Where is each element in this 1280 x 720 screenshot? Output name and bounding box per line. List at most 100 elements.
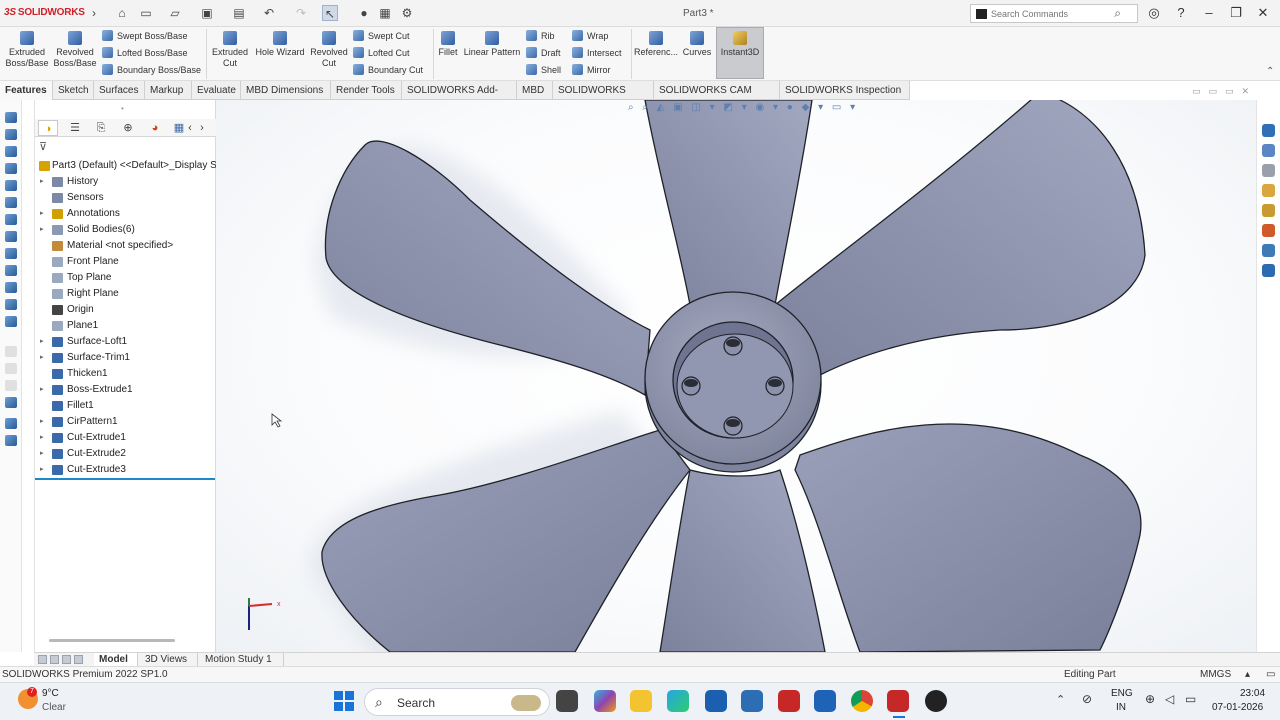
pattern-icon[interactable] [5, 299, 17, 310]
reference-icon[interactable] [5, 418, 17, 429]
search-commands[interactable]: ⌕ [970, 4, 1138, 23]
expand-arrow-icon[interactable]: ▸ [40, 446, 44, 462]
sweep-icon[interactable] [5, 146, 17, 157]
boundary-cut-button[interactable]: Boundary Cut [353, 62, 423, 79]
volume-icon[interactable]: ◁ [1165, 692, 1174, 706]
extruded-boss-button[interactable]: Extruded Boss/Base [4, 29, 50, 69]
document-window-controls[interactable]: ▭▭▭✕ [1192, 86, 1257, 97]
expand-arrow-icon[interactable]: ▸ [40, 350, 44, 366]
language-indicator[interactable]: ENG [1111, 688, 1133, 699]
linear-pattern-button[interactable]: Linear Pattern [462, 29, 522, 58]
tab-surfaces[interactable]: Surfaces [94, 81, 145, 100]
tab-model[interactable]: Model [94, 653, 138, 667]
filter-icon[interactable]: ⊽ [39, 140, 47, 153]
tab-solidworks-cam[interactable]: SOLIDWORKS CAM [553, 81, 654, 115]
shell-icon[interactable] [5, 231, 17, 242]
status-notification-icon[interactable]: ▭ [1266, 669, 1275, 680]
solidworks-resources-icon[interactable] [1262, 124, 1275, 137]
tree-item[interactable]: ▸ Annotations [35, 206, 216, 222]
tab-mbd[interactable]: MBD [517, 81, 553, 100]
tree-item[interactable]: ▸ Boss-Extrude1 [35, 382, 216, 398]
tree-item[interactable]: Material <not specified> [35, 238, 216, 254]
tree-item[interactable]: ▸ Cut-Extrude1 [35, 430, 216, 446]
extruded-cut-button[interactable]: Extruded Cut [208, 29, 252, 69]
collapse-ribbon-icon[interactable]: ⌃ [1266, 66, 1274, 77]
mcafee-icon[interactable] [778, 690, 800, 712]
file-explorer-icon[interactable] [1262, 164, 1275, 177]
print-icon[interactable]: ▤ [231, 5, 247, 21]
clock-date[interactable]: 07-01-2026 [1212, 702, 1263, 713]
last-tab-icon[interactable] [74, 655, 83, 664]
tab-markup[interactable]: Markup [145, 81, 192, 100]
previous-tab-icon[interactable] [50, 655, 59, 664]
windows-start-icon[interactable] [334, 691, 354, 711]
heads-up-view-toolbar[interactable]: ⌕ ⌕ ◭ ▣ ◫ ▾ ◩ ▾ ◉ ▾ ● ◆ ▾ ▭ ▾ [628, 102, 858, 113]
redo-icon[interactable]: ↷ [293, 5, 309, 21]
draft-icon[interactable] [5, 265, 17, 276]
tree-item[interactable]: ▸ CirPattern1 [35, 414, 216, 430]
expand-arrow-icon[interactable]: ▸ [40, 382, 44, 398]
shell-button[interactable]: Shell [526, 62, 561, 79]
edge-icon[interactable] [667, 690, 689, 712]
chrome-icon[interactable] [851, 690, 873, 712]
loft-icon[interactable] [5, 163, 17, 174]
featuremanager-tab-icon[interactable]: ◑ [38, 120, 58, 136]
expand-arrow-icon[interactable]: ▸ [40, 462, 44, 478]
rib-button[interactable]: Rib [526, 28, 555, 45]
tree-root[interactable]: Part3 (Default) <<Default>_Display S [35, 158, 216, 174]
tree-item[interactable]: Origin [35, 302, 216, 318]
tab-scroll-left-icon[interactable]: ‹ [184, 120, 196, 136]
dimxpert-tab-icon[interactable]: ⊕ [118, 120, 138, 136]
copilot-icon[interactable] [594, 690, 616, 712]
lofted-boss-button[interactable]: Lofted Boss/Base [102, 45, 188, 62]
tab-mbd-dimensions[interactable]: MBD Dimensions [241, 81, 331, 100]
tree-item[interactable]: ▸ Surface-Trim1 [35, 350, 216, 366]
tab-sketch[interactable]: Sketch [53, 81, 94, 100]
app-icon[interactable] [925, 690, 947, 712]
tab-motion-study[interactable]: Motion Study 1 [200, 653, 284, 667]
search-input[interactable] [991, 7, 1111, 21]
display-manager-tab-icon[interactable]: ◕ [145, 120, 165, 136]
mirror-button[interactable]: Mirror [572, 62, 611, 79]
file-properties-icon[interactable]: ▦ [377, 5, 393, 21]
minimize-icon[interactable]: – [1200, 5, 1218, 20]
expand-arrow-icon[interactable]: ▸ [40, 206, 44, 222]
solidworks-taskbar-icon[interactable] [887, 690, 909, 712]
lofted-cut-button[interactable]: Lofted Cut [353, 45, 410, 62]
new-document-icon[interactable]: ▭ [138, 5, 154, 21]
save-icon[interactable]: ▣ [199, 5, 215, 21]
wrap-button[interactable]: Wrap [572, 28, 608, 45]
fan-model[interactable]: x [216, 100, 1256, 652]
next-tab-icon[interactable] [62, 655, 71, 664]
tree-item[interactable]: Front Plane [35, 254, 216, 270]
chamfer-icon[interactable] [5, 214, 17, 225]
outlook-icon[interactable] [814, 690, 836, 712]
first-tab-icon[interactable] [38, 655, 47, 664]
helix-icon[interactable] [5, 435, 17, 446]
rollback-bar[interactable] [35, 478, 215, 480]
curve-icon[interactable] [5, 397, 17, 408]
mirror-icon[interactable] [5, 316, 17, 327]
intersect-button[interactable]: Intersect [572, 45, 622, 62]
expand-arrow-icon[interactable]: ▸ [40, 414, 44, 430]
custom-properties-icon[interactable] [1262, 224, 1275, 237]
select-icon[interactable]: ↖ [322, 5, 338, 21]
tab-evaluate[interactable]: Evaluate [192, 81, 241, 100]
tree-item[interactable]: Top Plane [35, 270, 216, 286]
user-icon[interactable]: ◎ [1145, 5, 1163, 21]
tree-item[interactable]: Plane1 [35, 318, 216, 334]
task-view-icon[interactable] [556, 690, 578, 712]
clock-time[interactable]: 23:04 [1240, 688, 1265, 699]
store-icon[interactable] [741, 690, 763, 712]
globe-icon[interactable]: ⊕ [1145, 692, 1155, 706]
tree-item[interactable]: Fillet1 [35, 398, 216, 414]
revolved-cut-button[interactable]: Revolved Cut [308, 29, 350, 69]
tree-item[interactable]: ▸ History [35, 174, 216, 190]
forum-icon[interactable] [1262, 244, 1275, 257]
revolve-icon[interactable] [5, 129, 17, 140]
hole-wizard-button[interactable]: Hole Wizard [254, 29, 306, 58]
propertymanager-tab-icon[interactable]: ☰ [65, 120, 85, 136]
tree-item[interactable]: ▸ Surface-Loft1 [35, 334, 216, 350]
extrude-icon[interactable] [5, 112, 17, 123]
show-hidden-icons[interactable]: ⌃ [1056, 693, 1065, 706]
